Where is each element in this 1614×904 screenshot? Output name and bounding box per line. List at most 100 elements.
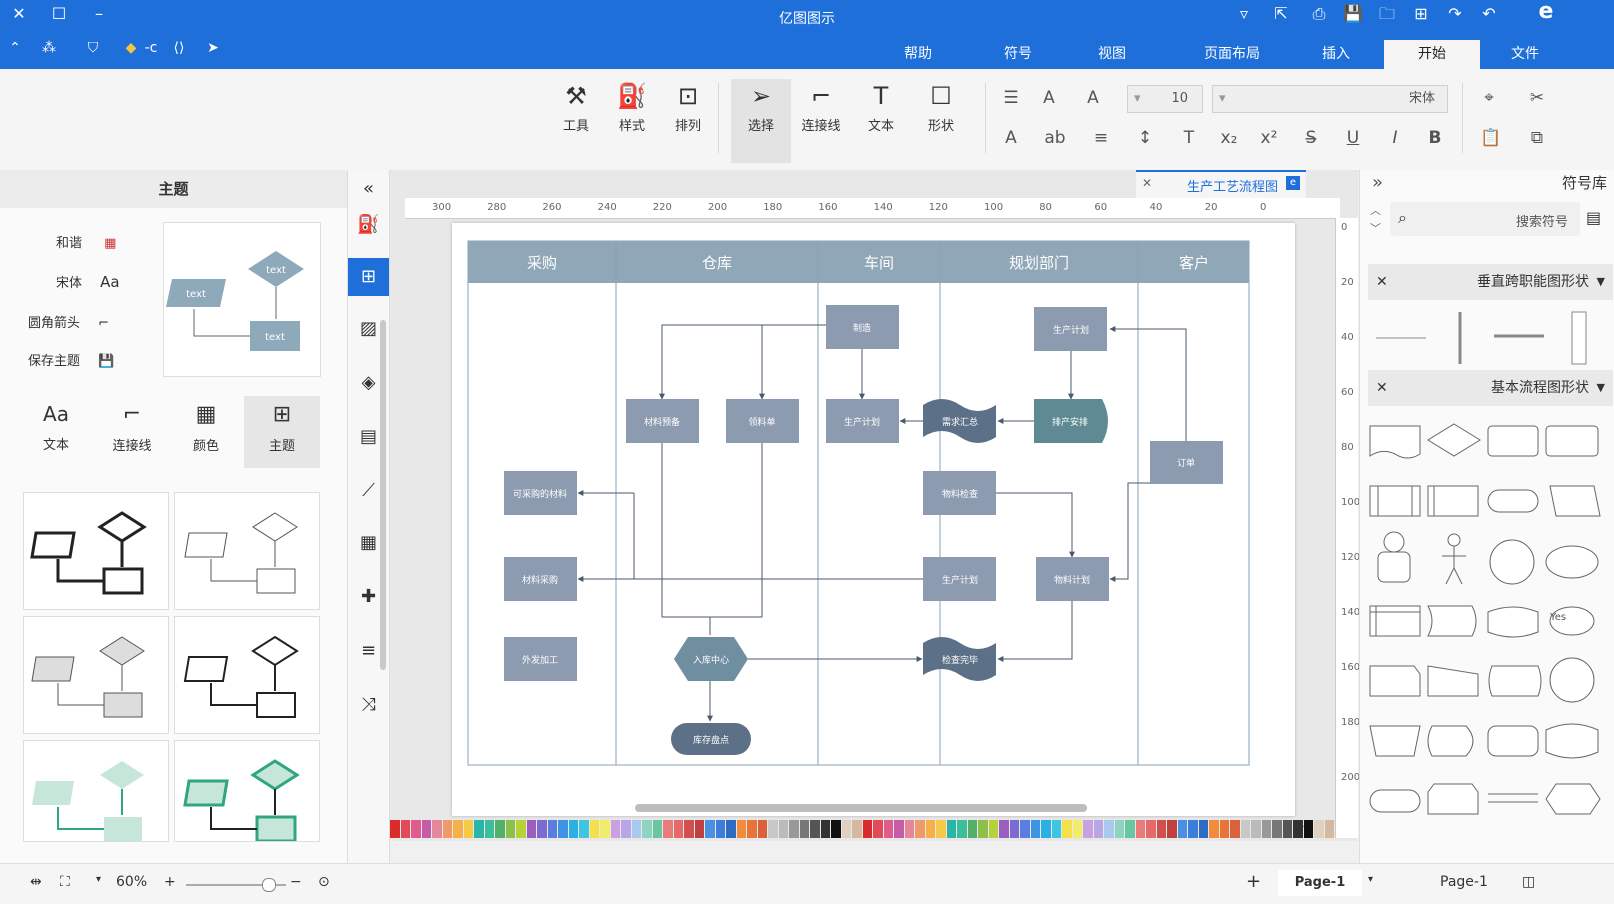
color-swatch[interactable] xyxy=(873,820,883,838)
color-swatch[interactable] xyxy=(978,820,988,838)
fullscreen-icon[interactable]: ⊙ xyxy=(318,874,330,890)
color-swatch[interactable] xyxy=(1041,820,1051,838)
color-swatch[interactable] xyxy=(1240,820,1250,838)
undo-icon[interactable]: ↶ xyxy=(1478,4,1500,24)
color-swatch[interactable] xyxy=(663,820,673,838)
color-swatch[interactable] xyxy=(673,820,683,838)
color-swatch[interactable] xyxy=(705,820,715,838)
vertical-cross-shapes[interactable] xyxy=(1368,308,1613,368)
export-icon[interactable]: ⇱ xyxy=(1270,4,1292,24)
font-name-select[interactable]: ▾ 宋体 xyxy=(1212,85,1448,113)
fit-page-icon[interactable]: ⛶ xyxy=(60,874,70,890)
color-swatch[interactable] xyxy=(631,820,641,838)
color-swatch[interactable] xyxy=(1251,820,1261,838)
library-menu-icon[interactable]: ▤ xyxy=(1586,208,1601,227)
font-grow-icon[interactable]: A xyxy=(1080,85,1106,111)
color-swatch[interactable] xyxy=(453,820,463,838)
flowchart-shapes[interactable] xyxy=(1368,418,1613,858)
theme-grid-icon[interactable]: ⊞ xyxy=(348,258,389,296)
color-swatch[interactable] xyxy=(841,820,851,838)
underline-icon[interactable]: U xyxy=(1340,125,1366,151)
tab-page-layout[interactable]: 页面布局 xyxy=(1182,40,1282,69)
color-swatch[interactable] xyxy=(1104,820,1114,838)
color-palette[interactable] xyxy=(390,820,1335,838)
color-swatch[interactable] xyxy=(925,820,935,838)
superscript-icon[interactable]: x² xyxy=(1256,125,1282,151)
color-swatch[interactable] xyxy=(1125,820,1135,838)
color-swatch[interactable] xyxy=(988,820,998,838)
color-swatch[interactable] xyxy=(894,820,904,838)
font-size-select[interactable]: ▾ 10 xyxy=(1127,85,1203,113)
color-swatch[interactable] xyxy=(442,820,452,838)
tab-symbols[interactable]: 符号 xyxy=(988,40,1048,69)
color-swatch[interactable] xyxy=(810,820,820,838)
color-swatch[interactable] xyxy=(568,820,578,838)
color-swatch[interactable] xyxy=(957,820,967,838)
color-swatch[interactable] xyxy=(1282,820,1292,838)
cloud-icon[interactable]: -c xyxy=(140,38,162,58)
color-swatch[interactable] xyxy=(1009,820,1019,838)
color-swatch[interactable] xyxy=(579,820,589,838)
bold-icon[interactable]: B xyxy=(1422,125,1448,151)
panel-toggle-icon[interactable]: ◫ xyxy=(1522,874,1535,890)
tab-help[interactable]: 帮助 xyxy=(888,40,948,69)
color-swatch[interactable] xyxy=(1219,820,1229,838)
color-swatch[interactable] xyxy=(768,820,778,838)
zoom-dropdown-icon[interactable]: ▾ xyxy=(96,874,101,885)
color-swatch[interactable] xyxy=(862,820,872,838)
color-swatch[interactable] xyxy=(684,820,694,838)
font-color-icon[interactable]: A xyxy=(998,125,1024,151)
qa-dropdown-icon[interactable]: ▿ xyxy=(1233,4,1255,24)
tab-view[interactable]: 视图 xyxy=(1082,40,1142,69)
color-swatch[interactable] xyxy=(1198,820,1208,838)
theme-thumb-1[interactable] xyxy=(23,492,169,610)
color-swatch[interactable] xyxy=(526,820,536,838)
color-swatch[interactable] xyxy=(1230,820,1240,838)
add-page-icon[interactable]: + xyxy=(1246,871,1261,892)
color-swatch[interactable] xyxy=(610,820,620,838)
color-swatch[interactable] xyxy=(852,820,862,838)
zoom-level[interactable]: 60% xyxy=(116,874,147,890)
collapse-panel-icon[interactable]: « xyxy=(348,170,389,208)
color-swatch[interactable] xyxy=(1114,820,1124,838)
document-tab[interactable]: ✕ 生产工艺流程图 e xyxy=(1136,170,1306,198)
color-swatch[interactable] xyxy=(1167,820,1177,838)
close-tab-icon[interactable]: ✕ xyxy=(1142,176,1152,190)
theme-option-harmony[interactable]: 和谐 ▦ xyxy=(56,232,116,251)
collapse-ribbon-icon[interactable]: ⌃ xyxy=(4,38,26,58)
close-icon[interactable]: ✕ xyxy=(8,4,30,24)
color-swatch[interactable] xyxy=(1303,820,1313,838)
color-swatch[interactable] xyxy=(883,820,893,838)
theme-thumb-6[interactable] xyxy=(174,740,320,843)
premium-icon[interactable]: ◆ xyxy=(120,38,142,58)
color-swatch[interactable] xyxy=(1051,820,1061,838)
fit-width-icon[interactable]: ⇹ xyxy=(30,874,42,890)
save-icon[interactable]: 💾 xyxy=(1342,4,1364,24)
color-swatch[interactable] xyxy=(621,820,631,838)
theme-option-save[interactable]: 保存主题 💾 xyxy=(28,350,114,369)
color-swatch[interactable] xyxy=(652,820,662,838)
list-icon[interactable]: ≡ xyxy=(1088,125,1114,151)
panel-scrollbar[interactable] xyxy=(380,320,386,670)
color-swatch[interactable] xyxy=(1188,820,1198,838)
apps-icon[interactable]: ⁂ xyxy=(38,38,60,58)
theme-thumb-3[interactable] xyxy=(23,616,169,734)
color-swatch[interactable] xyxy=(1093,820,1103,838)
maximize-icon[interactable]: ☐ xyxy=(48,4,70,24)
color-swatch[interactable] xyxy=(694,820,704,838)
color-swatch[interactable] xyxy=(736,820,746,838)
color-swatch[interactable] xyxy=(505,820,515,838)
tab-color[interactable]: ▦ 颜色 xyxy=(170,396,242,468)
tab-text[interactable]: Aa 文本 xyxy=(20,396,92,468)
redo-icon[interactable]: ↷ xyxy=(1444,4,1466,24)
color-swatch[interactable] xyxy=(757,820,767,838)
tab-home[interactable]: 开始 xyxy=(1384,40,1480,69)
color-swatch[interactable] xyxy=(484,820,494,838)
color-swatch[interactable] xyxy=(589,820,599,838)
page-dropdown-icon[interactable]: ▾ xyxy=(1368,874,1373,885)
color-swatch[interactable] xyxy=(967,820,977,838)
page-selector[interactable]: Page-1 xyxy=(1440,874,1488,890)
color-swatch[interactable] xyxy=(747,820,757,838)
select-button[interactable]: ➢ 选择 xyxy=(731,79,791,163)
close-section-icon[interactable]: ✕ xyxy=(1376,264,1388,300)
